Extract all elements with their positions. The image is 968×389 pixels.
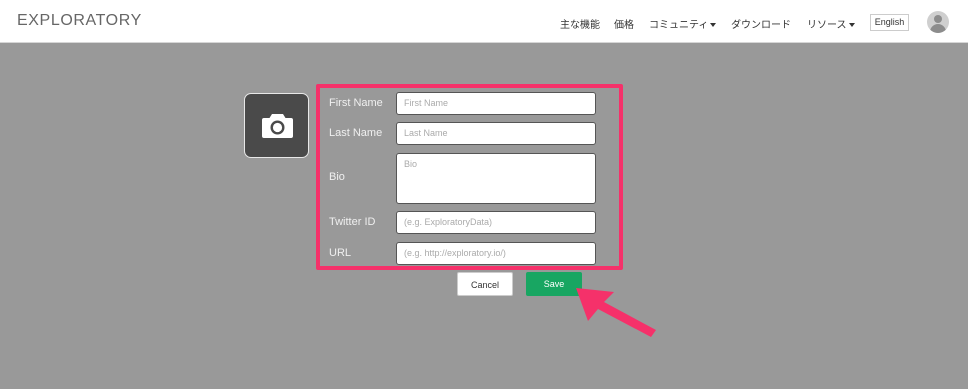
language-button[interactable]: English [870,14,909,31]
profile-photo-upload[interactable] [244,93,309,158]
camera-icon [262,114,293,138]
top-navbar: EXPLORATORY 主な機能 価格 コミュニティ ダウンロード リソース E… [0,0,968,43]
nav-download[interactable]: ダウンロード [731,16,791,31]
twitter-id-input[interactable]: (e.g. ExploratoryData) [396,211,596,234]
cancel-button[interactable]: Cancel [457,272,513,296]
last-name-input[interactable]: Last Name [396,122,596,145]
bio-label: Bio [329,171,345,183]
nav-community[interactable]: コミュニティ [649,16,717,31]
caret-down-icon [710,23,717,27]
first-name-label: First Name [329,97,383,109]
logo[interactable]: EXPLORATORY [17,12,142,30]
user-avatar-icon[interactable] [927,11,949,33]
nav-features[interactable]: 主な機能 [560,16,600,31]
url-input[interactable]: (e.g. http://exploratory.io/) [396,242,596,265]
nav-resources[interactable]: リソース [807,16,855,31]
first-name-input[interactable]: First Name [396,92,596,115]
pointer-arrow-icon [576,288,656,337]
nav-pricing[interactable]: 価格 [614,16,634,31]
twitter-id-label: Twitter ID [329,216,376,228]
last-name-label: Last Name [329,127,383,139]
bio-textarea[interactable]: Bio [396,153,596,204]
caret-down-icon [848,23,855,27]
url-label: URL [329,247,352,259]
